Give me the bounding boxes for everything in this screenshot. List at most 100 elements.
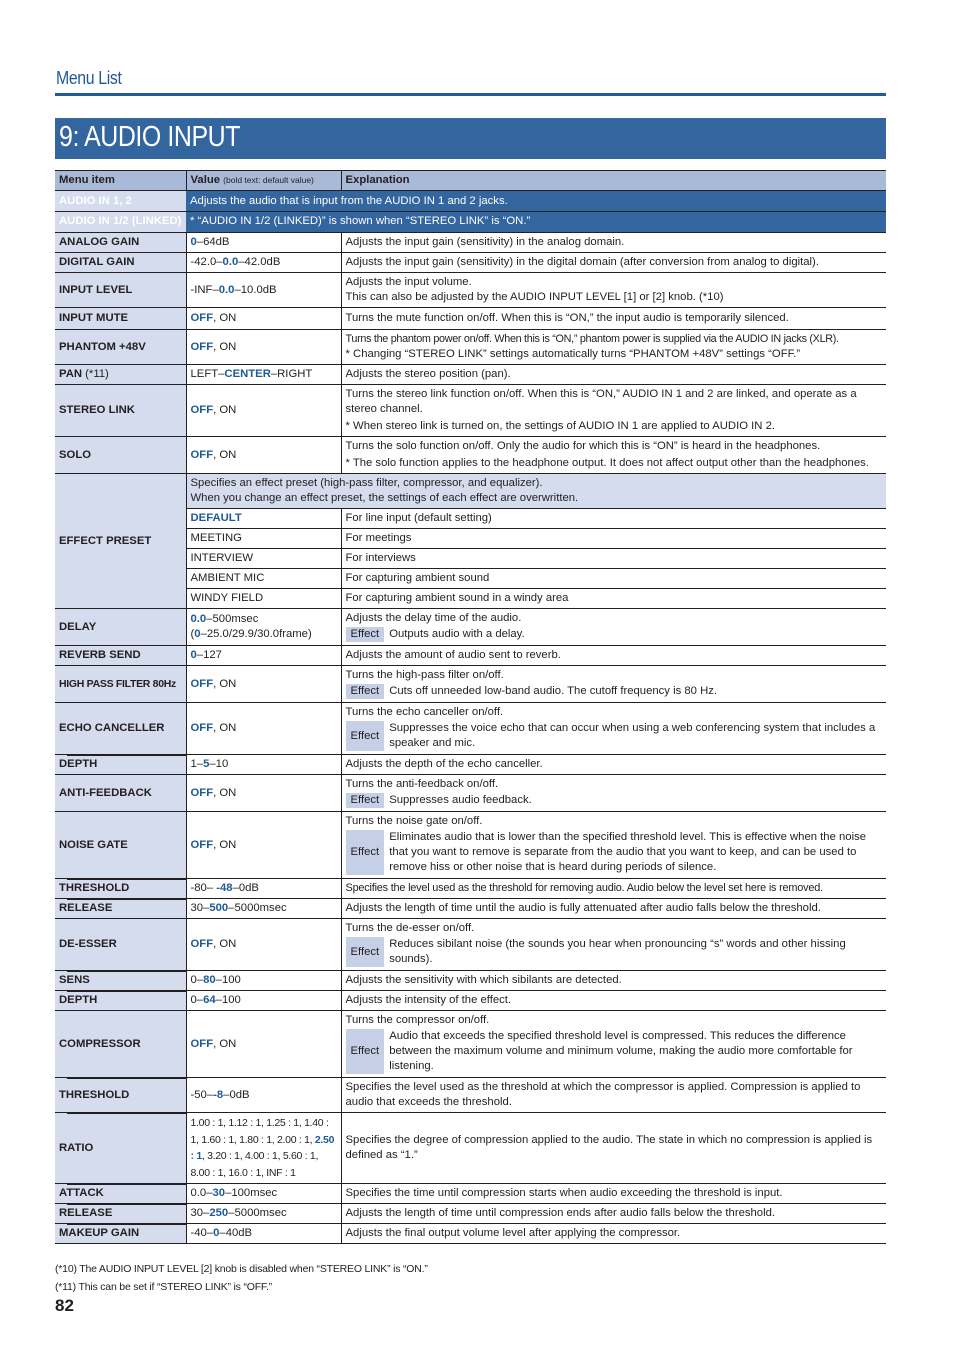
menu-item-value: 0–80–100 [185, 970, 341, 991]
table-row: DIGITAL GAIN -42.0–0.0–42.0dB Adjusts th… [55, 252, 886, 273]
value-range: –100 [215, 974, 241, 986]
effect-note: Effect Outputs audio with a delay. [345, 627, 883, 642]
value-range: , ON [213, 786, 237, 799]
menu-item-value: OFF, ON [185, 384, 341, 437]
default-value: 80 [203, 974, 216, 986]
menu-item-value: 1–5–10 [185, 754, 341, 775]
table-row-sub: RELEASE 30–250–5000msec Adjusts the leng… [55, 1203, 886, 1224]
effect-text: Reduces sibilant noise (the sounds you h… [389, 938, 846, 965]
value-range: , ON [213, 312, 237, 324]
effect-text: Audio that exceeds the specified thresho… [389, 1030, 853, 1072]
default-value: CENTER [224, 368, 271, 380]
group-desc-2: * “AUDIO IN 1/2 (LINKED)” is shown when … [186, 211, 886, 233]
menu-item-name: REVERB SEND [55, 645, 186, 666]
header-menu-item: Menu item [55, 170, 186, 191]
table-row-sub: MAKEUP GAIN -40–0–40dB Adjusts the final… [55, 1223, 886, 1245]
table-row: INPUT MUTE OFF, ON Turns the mute functi… [55, 307, 886, 330]
explanation-line: Turns the echo canceller on/off. [345, 706, 504, 718]
default-value: OFF [190, 786, 214, 799]
value-range: , ON [213, 838, 237, 851]
preset-option-value: INTERVIEW [185, 548, 341, 569]
preset-option-explanation: For capturing ambient sound in a windy a… [340, 588, 886, 609]
effect-text: Suppresses the voice echo that can occur… [389, 722, 876, 749]
value-range: –40dB [219, 1227, 253, 1239]
default-value: OFF [190, 340, 214, 353]
header-value: Value (bold text: default value) [185, 170, 341, 191]
menu-item-value: LEFT–CENTER–RIGHT [185, 364, 341, 385]
effect-badge: Effect [345, 721, 385, 751]
value-range: –5000msec [228, 1207, 287, 1219]
effect-badge: Effect [345, 937, 385, 967]
menu-item-name: DIGITAL GAIN [55, 252, 186, 273]
value-range: , ON [213, 340, 237, 353]
menu-item-explanation: Adjusts the length of time until compres… [340, 1203, 886, 1224]
explanation-line: This can also be adjusted by the AUDIO I… [345, 291, 724, 303]
explanation-line: Turns the compressor on/off. [345, 1014, 490, 1026]
table-row: NOISE GATE OFF, ON Turns the noise gate … [55, 811, 886, 879]
table-row: PAN (*11) LEFT–CENTER–RIGHT Adjusts the … [55, 364, 886, 385]
effect-badge: Effect [345, 1029, 385, 1074]
footnote: (*11) This can be set if “STEREO LINK” i… [55, 1281, 272, 1293]
menu-item-value: -INF–0.0–10.0dB [185, 272, 341, 308]
group-row: AUDIO IN 1/2 (LINKED) * “AUDIO IN 1/2 (L… [55, 211, 886, 233]
default-value: OFF [190, 312, 214, 324]
menu-subitem-name: THRESHOLD [55, 878, 186, 899]
menu-item-explanation: Turns the solo function on/off. Only the… [340, 436, 886, 474]
value-range: –RIGHT [270, 368, 313, 380]
table-row: DELAY 0.0–500msec (0–25.0/29.9/30.0frame… [55, 608, 886, 646]
menu-item-name: ANTI-FEEDBACK [55, 774, 186, 812]
table-row: ANTI-FEEDBACK OFF, ON Turns the anti-fee… [55, 774, 886, 812]
preset-option-explanation: For interviews [340, 548, 886, 569]
effect-badge: Effect [345, 684, 385, 699]
preset-option-value: MEETING [185, 528, 341, 549]
value-range: –127 [196, 649, 222, 661]
default-value: 30 [212, 1187, 226, 1199]
menu-item-explanation: Turns the noise gate on/off. Effect Elimi… [340, 811, 886, 879]
menu-subitem-name: RATIO [55, 1112, 186, 1184]
value-range: , ON [213, 448, 237, 461]
explanation-line: Adjusts the delay time of the audio. [345, 612, 522, 624]
explanation-line: Turns the solo function on/off. Only the… [345, 440, 821, 452]
table-header-row: Menu item Value (bold text: default valu… [55, 170, 886, 191]
group-row: AUDIO IN 1, 2 Adjusts the audio that is … [55, 190, 886, 212]
preset-option-value: AMBIENT MIC [185, 568, 341, 589]
menu-item-name: PAN (*11) [55, 364, 186, 385]
menu-item-value: -42.0–0.0–42.0dB [185, 252, 341, 273]
menu-item-explanation: Adjusts the intensity of the effect. [340, 990, 886, 1011]
menu-item-value: OFF, ON [185, 811, 341, 879]
menu-item-explanation: Turns the de-esser on/off. Effect Reduces… [340, 918, 886, 971]
value-range: -INF– [190, 283, 219, 296]
menu-item-explanation: Turns the anti-feedback on/off. Effect Su… [340, 774, 886, 812]
menu-item-name: DELAY [55, 608, 186, 646]
value-range: –100 [215, 994, 241, 1006]
menu-item-name: HIGH PASS FILTER 80Hz [55, 665, 186, 703]
menu-item-name: ANALOG GAIN [55, 232, 186, 253]
page-title: 9: AUDIO INPUT [59, 121, 241, 153]
explanation-line: Turns the noise gate on/off. [345, 815, 483, 827]
preset-option-explanation: For line input (default setting) [340, 508, 886, 529]
menu-item-value: 30–250–5000msec [185, 1203, 341, 1224]
table-row: REVERB SEND 0–127 Adjusts the amount of … [55, 645, 886, 666]
menu-item-value: 0–127 [185, 645, 341, 666]
menu-item-value: -50–-8–0dB [185, 1077, 341, 1113]
value-range: , ON [213, 722, 237, 734]
effect-note: Effect Reduces sibilant noise (the sounds… [345, 937, 883, 967]
effect-badge: Effect [345, 627, 385, 642]
menu-item-value: OFF, ON [185, 702, 341, 755]
value-range: –100msec [225, 1187, 278, 1199]
explanation-note: * The solo function applies to the headp… [345, 457, 869, 469]
menu-item-explanation: Turns the high-pass filter on/off. Effec… [340, 665, 886, 703]
footnote-ref: (*11) [85, 368, 109, 380]
menu-item-explanation: Adjusts the depth of the echo canceller. [340, 754, 886, 775]
menu-item-explanation: Adjusts the delay time of the audio. Eff… [340, 608, 886, 646]
default-value: OFF [190, 838, 214, 851]
menu-item-value: 0.0–500msec (0–25.0/29.9/30.0frame) [185, 608, 341, 646]
explanation-line: Turns the high-pass filter on/off. [345, 669, 504, 681]
value-range: 30– [190, 902, 210, 914]
menu-item-name: INPUT LEVEL [55, 272, 186, 308]
value-line: 0.0–500msec [191, 612, 337, 627]
default-value: OFF [190, 448, 214, 461]
menu-item-explanation: Turns the phantom power on/off. When thi… [340, 329, 886, 365]
table-row-sub: DEPTH 1–5–10 Adjusts the depth of the ec… [55, 754, 886, 775]
value-range: , ON [213, 404, 237, 416]
